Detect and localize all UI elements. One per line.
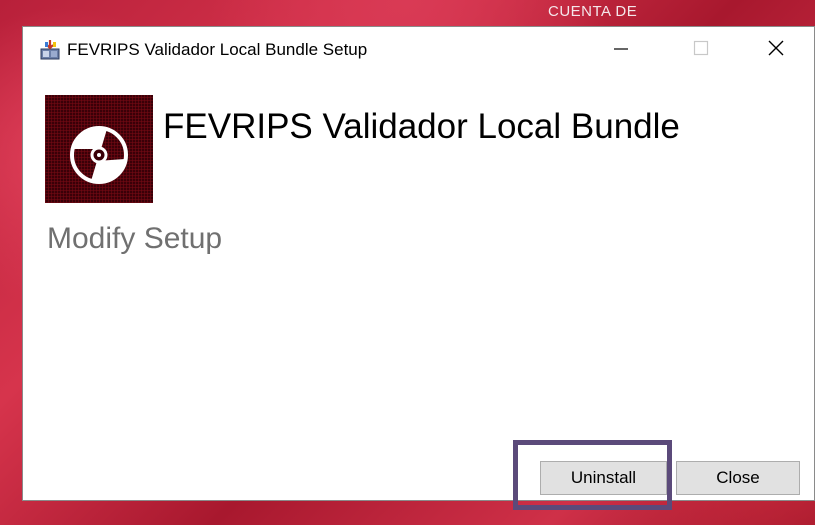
uninstall-button[interactable]: Uninstall [540,461,667,495]
setup-window: FEVRIPS Validador Local Bundle Setup FEV… [22,26,815,501]
close-icon [767,39,785,62]
desktop-icon-label: CUENTA DE [548,3,638,16]
installer-icon [39,39,61,61]
window-title: FEVRIPS Validador Local Bundle Setup [67,40,368,59]
product-disc-icon [45,95,153,203]
minimize-icon [613,40,629,61]
window-close-button[interactable] [753,27,799,73]
setup-subtitle: Modify Setup [47,222,223,255]
maximize-icon [693,40,709,61]
close-button[interactable]: Close [676,461,800,495]
maximize-button[interactable] [678,27,724,73]
title-bar[interactable]: FEVRIPS Validador Local Bundle Setup [23,27,814,73]
minimize-button[interactable] [598,27,644,73]
product-title: FEVRIPS Validador Local Bundle [163,107,680,146]
